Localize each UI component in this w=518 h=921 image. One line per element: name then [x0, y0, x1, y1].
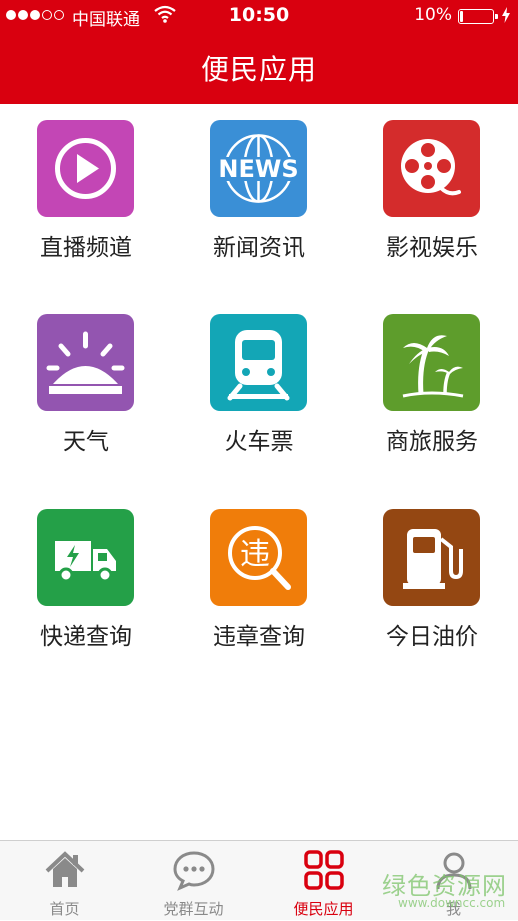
app-label: 火车票 — [224, 429, 294, 455]
app-tile-business-travel[interactable]: 商旅服务 — [346, 298, 518, 492]
sunrise-icon — [37, 314, 134, 411]
film-reel-icon — [383, 120, 480, 217]
battery-percent: 10% — [414, 5, 452, 25]
grid-icon — [304, 850, 344, 890]
app-tile-violation-query[interactable]: 违 违章查询 — [173, 493, 345, 687]
tab-label: 首页 — [49, 900, 80, 918]
app-label: 今日油价 — [386, 624, 478, 650]
violation-search-icon: 违 — [210, 509, 307, 606]
charging-icon — [502, 7, 510, 28]
battery-icon — [458, 9, 498, 24]
app-label: 影视娱乐 — [386, 235, 478, 261]
svg-text:违: 违 — [240, 537, 270, 572]
app-header: 中国联通 10:50 10% 便民应用 — [0, 0, 518, 104]
svg-text:NEWS: NEWS — [218, 155, 298, 183]
home-icon — [45, 851, 85, 887]
tab-convenience-apps[interactable]: 便民应用 — [259, 841, 388, 921]
app-tile-entertainment[interactable]: 影视娱乐 — [346, 104, 518, 298]
chat-icon — [173, 851, 215, 891]
app-tile-live-channel[interactable]: 直播频道 — [0, 104, 172, 298]
page-title: 便民应用 — [200, 53, 317, 86]
tab-party-interaction[interactable]: 党群互动 — [129, 841, 258, 921]
fuel-pump-icon — [383, 509, 480, 606]
tab-label: 党群互动 — [163, 900, 224, 918]
app-label: 快递查询 — [40, 624, 132, 650]
status-bar: 中国联通 10:50 10% — [0, 0, 518, 34]
play-icon — [37, 120, 134, 217]
app-tile-weather[interactable]: 天气 — [0, 298, 172, 492]
app-tile-express-delivery[interactable]: 快递查询 — [0, 493, 172, 687]
watermark-url: www.downcc.com — [398, 896, 506, 910]
app-tile-news[interactable]: NEWS 新闻资讯 — [173, 104, 345, 298]
delivery-truck-icon — [37, 509, 134, 606]
app-label: 天气 — [63, 429, 109, 455]
train-icon — [210, 314, 307, 411]
news-globe-icon: NEWS — [210, 120, 307, 217]
app-tile-oil-price[interactable]: 今日油价 — [346, 493, 518, 687]
app-label: 直播频道 — [40, 235, 132, 261]
palm-tree-icon — [383, 314, 480, 411]
tab-label: 便民应用 — [293, 900, 354, 918]
app-label: 商旅服务 — [386, 429, 478, 455]
app-label: 违章查询 — [213, 624, 305, 650]
app-tile-train-ticket[interactable]: 火车票 — [173, 298, 345, 492]
tab-home[interactable]: 首页 — [0, 841, 129, 921]
app-label: 新闻资讯 — [213, 235, 305, 261]
